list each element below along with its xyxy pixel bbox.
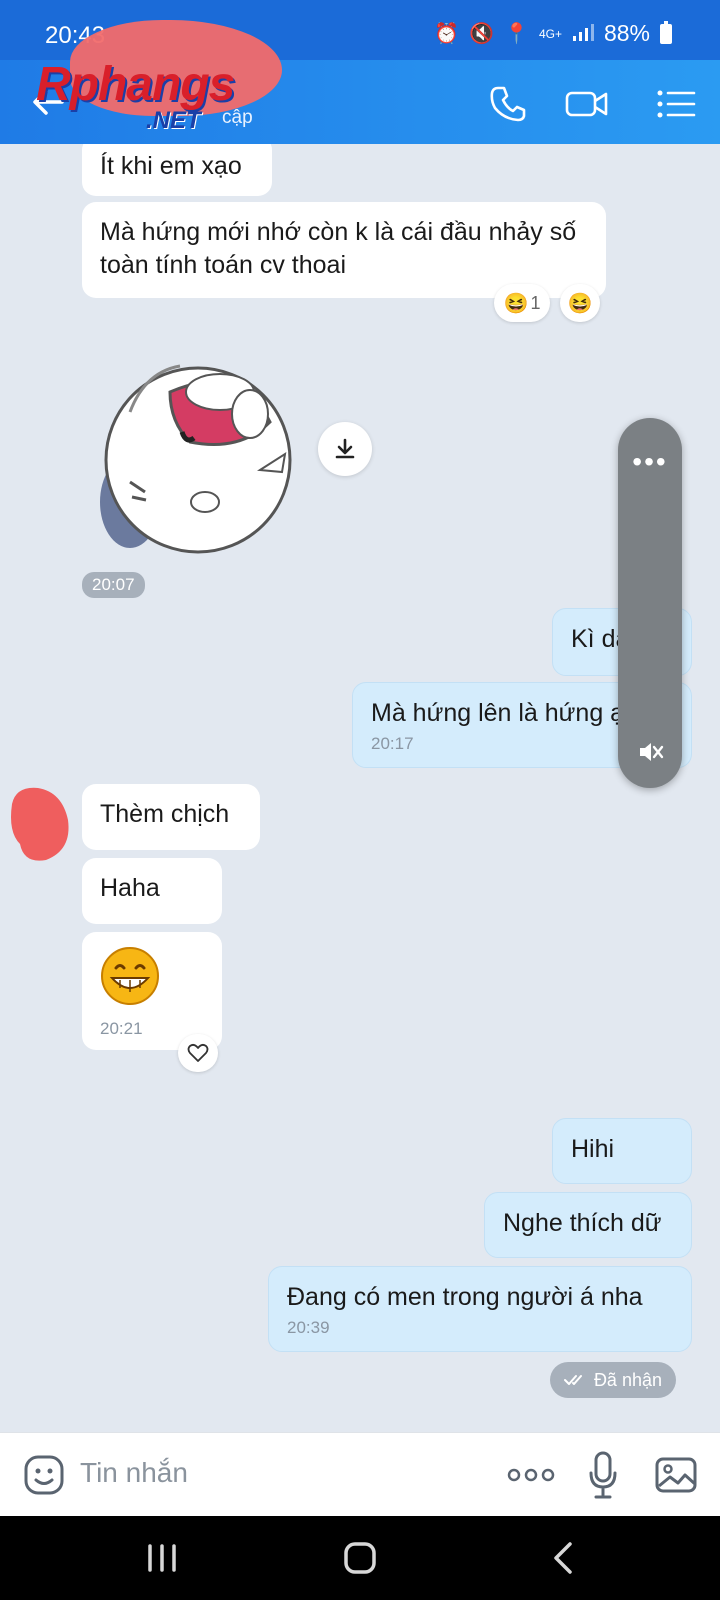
sticker-time: 20:07 bbox=[82, 572, 145, 598]
message-text: Mà hứng mới nhớ còn k là cái đầu nhảy số… bbox=[100, 218, 577, 279]
message-text: Thèm chịch bbox=[100, 800, 230, 828]
laugh-reaction-icon: 😆 bbox=[567, 292, 593, 315]
incoming-message[interactable]: 20:21 bbox=[82, 932, 222, 1050]
sticker-message[interactable] bbox=[90, 352, 312, 562]
battery-percent: 88% bbox=[603, 20, 650, 46]
attach-image-button[interactable] bbox=[654, 1453, 698, 1497]
delivery-status-badge: Đã nhận bbox=[549, 1362, 676, 1398]
message-text: Đang có men trong người á nha bbox=[287, 1283, 643, 1311]
battery-icon bbox=[660, 20, 672, 44]
emoji-icon bbox=[24, 1455, 64, 1495]
mute-status-icon: 🔇 bbox=[469, 22, 495, 45]
phone-icon bbox=[490, 86, 526, 122]
heart-icon bbox=[187, 1043, 209, 1062]
message-text: Ít khi em xạo bbox=[100, 152, 242, 180]
message-text: Nghe thích dữ bbox=[503, 1209, 662, 1237]
message-list[interactable]: Ít khi em xạo Mà hứng mới nhớ còn k là c… bbox=[0, 144, 720, 1432]
watermark-suffix: .NET bbox=[146, 107, 201, 134]
incoming-message[interactable]: Thèm chịch bbox=[82, 784, 260, 850]
double-check-icon bbox=[563, 1375, 582, 1385]
message-input[interactable]: Tin nhắn bbox=[80, 1457, 460, 1493]
voice-call-button[interactable] bbox=[486, 82, 530, 126]
react-button[interactable] bbox=[178, 1034, 218, 1072]
more-dots-icon bbox=[507, 1468, 555, 1482]
video-call-button[interactable] bbox=[564, 82, 608, 126]
floating-call-widget[interactable]: ••• bbox=[618, 418, 682, 788]
message-input-bar: Tin nhắn bbox=[0, 1432, 720, 1516]
home-icon bbox=[344, 1542, 376, 1574]
network-type: 4G+ bbox=[538, 26, 562, 41]
chevron-left-icon bbox=[554, 1542, 572, 1574]
menu-list-icon bbox=[657, 90, 696, 118]
laugh-reaction-icon: 😆 bbox=[503, 292, 529, 315]
avatar[interactable] bbox=[6, 784, 72, 864]
delivery-status-text: Đã nhận bbox=[593, 1369, 662, 1390]
chat-options-button[interactable] bbox=[654, 82, 698, 126]
status-indicators: ⏰ 🔇 📍 4G+ 88% bbox=[434, 20, 672, 47]
reaction-count: 1 bbox=[530, 292, 541, 313]
more-dots-icon[interactable]: ••• bbox=[618, 448, 682, 476]
incoming-message[interactable]: Haha bbox=[82, 858, 222, 924]
location-icon: 📍 bbox=[504, 22, 529, 45]
voice-record-button[interactable] bbox=[588, 1451, 618, 1499]
more-options-button[interactable] bbox=[506, 1461, 556, 1489]
video-call-icon bbox=[565, 91, 608, 117]
incoming-message[interactable]: Ít khi em xạo bbox=[82, 144, 272, 196]
emoji-button[interactable] bbox=[22, 1453, 66, 1497]
home-button[interactable] bbox=[342, 1540, 382, 1576]
download-icon bbox=[335, 438, 355, 459]
outgoing-message[interactable]: Đang có men trong người á nha 20:39 bbox=[268, 1266, 692, 1352]
message-text: Mà hứng lên là hứng ạ bbox=[371, 699, 625, 727]
cat-sticker-image bbox=[100, 364, 292, 554]
add-reaction-button[interactable]: 😆 bbox=[560, 284, 600, 322]
outgoing-message[interactable]: Nghe thích dữ bbox=[484, 1192, 692, 1258]
system-navigation-bar bbox=[0, 1516, 720, 1600]
message-text: Haha bbox=[100, 874, 160, 902]
recent-apps-button[interactable] bbox=[142, 1540, 182, 1576]
message-time: 20:39 bbox=[287, 1318, 330, 1337]
grin-emoji-icon bbox=[101, 947, 159, 1005]
signal-icon bbox=[572, 22, 594, 46]
system-back-button[interactable] bbox=[546, 1540, 586, 1576]
alarm-icon: ⏰ bbox=[434, 22, 460, 45]
image-icon bbox=[655, 1457, 697, 1493]
reaction-summary[interactable]: 😆 1 bbox=[494, 284, 550, 322]
outgoing-message[interactable]: Hihi bbox=[552, 1118, 692, 1184]
watermark-logo: Rphangs bbox=[36, 58, 235, 111]
mute-icon[interactable] bbox=[636, 738, 664, 766]
recent-apps-icon bbox=[148, 1544, 176, 1572]
message-text: Hihi bbox=[571, 1135, 615, 1163]
download-button[interactable] bbox=[318, 422, 372, 476]
microphone-icon bbox=[589, 1451, 617, 1499]
